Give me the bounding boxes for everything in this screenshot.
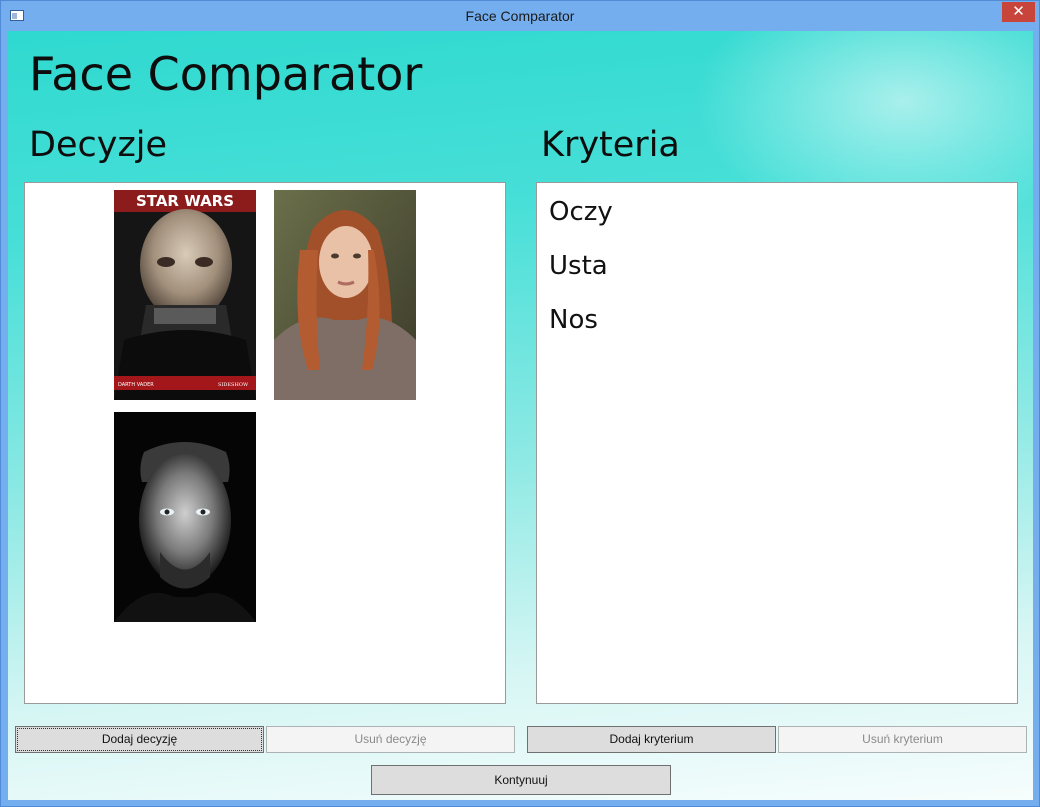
decisions-list[interactable]: STAR WARS DARTH VADER SIDESHOW <box>24 182 506 704</box>
decision-photo-darth-vader[interactable]: STAR WARS DARTH VADER SIDESHOW <box>114 190 256 400</box>
criteria-heading: Kryteria <box>541 125 680 165</box>
darth-vader-image: STAR WARS DARTH VADER SIDESHOW <box>114 190 256 400</box>
add-decision-button[interactable]: Dodaj decyzję <box>15 726 264 753</box>
decision-photo-man[interactable] <box>114 412 256 622</box>
criteria-item-oczy[interactable]: Oczy <box>549 197 613 227</box>
woman-portrait-image <box>274 190 416 400</box>
poster-left-caption: DARTH VADER <box>118 382 154 388</box>
man-portrait-image <box>114 412 256 622</box>
page-title: Face Comparator <box>29 47 423 101</box>
add-criterion-button[interactable]: Dodaj kryterium <box>527 726 776 753</box>
close-button[interactable]: ✕ <box>1002 2 1035 22</box>
decisions-heading: Decyzje <box>29 125 168 165</box>
continue-button[interactable]: Kontynuuj <box>371 765 671 795</box>
window-title: Face Comparator <box>465 8 575 24</box>
criteria-item-nos[interactable]: Nos <box>549 305 598 335</box>
remove-criterion-button[interactable]: Usuń kryterium <box>778 726 1027 753</box>
poster-title-text: STAR WARS <box>136 192 234 210</box>
poster-right-caption: SIDESHOW <box>218 382 249 388</box>
app-window: Face Comparator ✕ Face Comparator Decyzj… <box>0 0 1040 807</box>
title-bar[interactable]: Face Comparator ✕ <box>1 1 1039 31</box>
criteria-list[interactable]: Oczy Usta Nos <box>536 182 1018 704</box>
remove-decision-button[interactable]: Usuń decyzję <box>266 726 515 753</box>
client-area: Face Comparator Decyzje Kryteria STAR WA… <box>8 31 1033 800</box>
criteria-item-usta[interactable]: Usta <box>549 251 608 281</box>
decision-photo-woman[interactable] <box>274 190 416 400</box>
